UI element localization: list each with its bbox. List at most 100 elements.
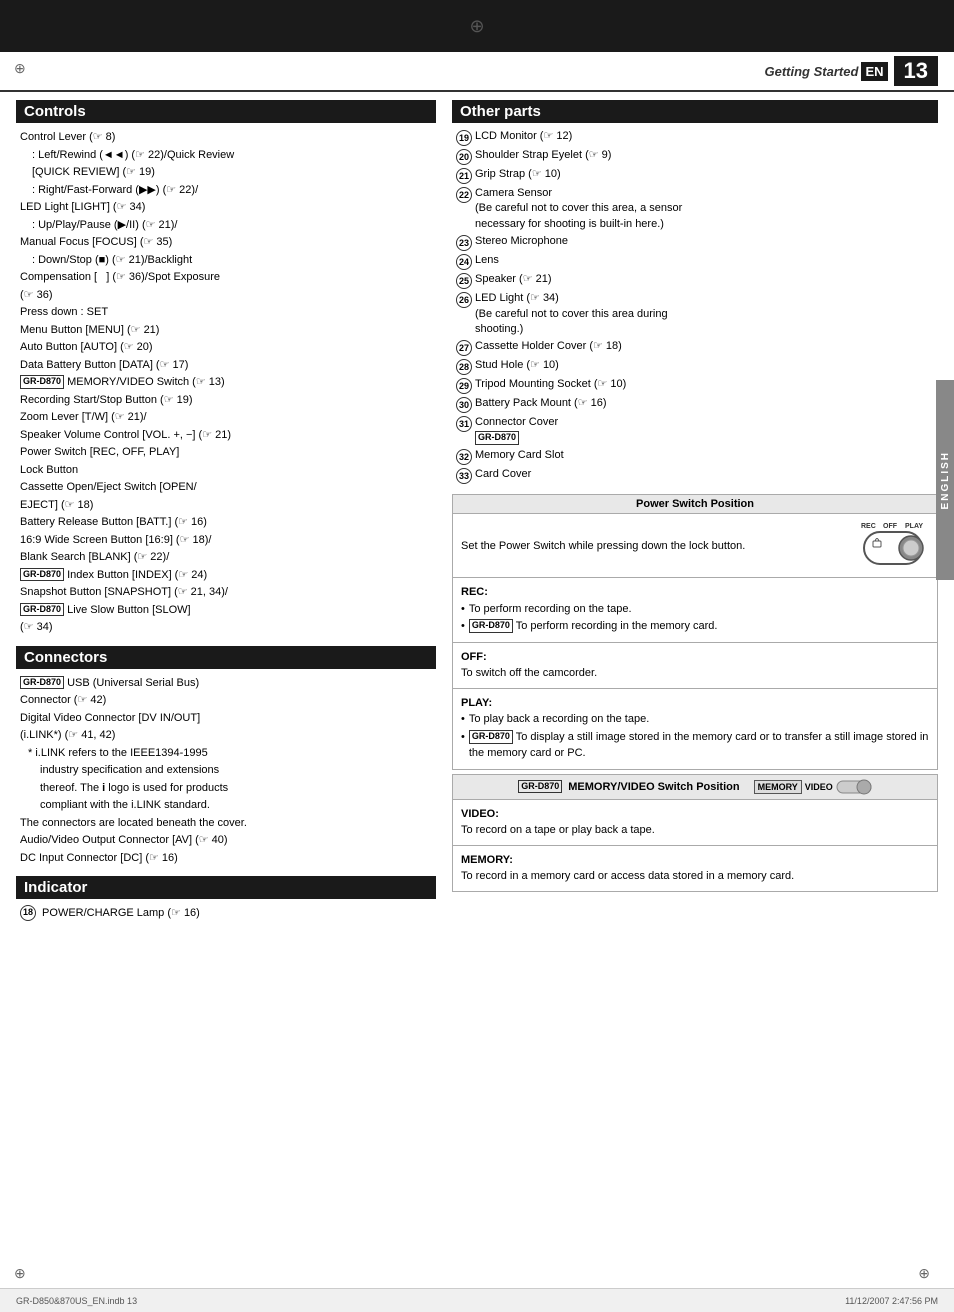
other-item-29: 29 Tripod Mounting Socket (☞ 10) bbox=[456, 377, 934, 394]
memory-text: To record in a memory card or access dat… bbox=[461, 868, 929, 885]
ctrl-item-20b: Blank Search [BLANK] (☞ 22)/ bbox=[20, 549, 432, 566]
conn-note-2: industry specification and extensions bbox=[20, 762, 432, 779]
other-item-23: 23 Stereo Microphone bbox=[456, 234, 934, 251]
rec-section: REC: • To perform recording on the tape.… bbox=[453, 577, 937, 642]
video-section: VIDEO: To record on a tape or play back … bbox=[453, 800, 937, 845]
power-switch-svg: REC OFF PLAY bbox=[859, 518, 929, 573]
num-28: 28 bbox=[456, 359, 472, 375]
mv-switch-header: GR-D870 MEMORY/VIDEO Switch Position MEM… bbox=[453, 775, 937, 800]
conn-item-3: The connectors are located beneath the c… bbox=[20, 815, 432, 832]
connectors-content: GR-D870 USB (Universal Serial Bus) Conne… bbox=[16, 675, 436, 867]
ctrl-item-2: : Left/Rewind (◄◄) (☞ 22)/Quick Review bbox=[20, 147, 432, 164]
ctrl-item-7: : Down/Stop (■) (☞ 21)/Backlight bbox=[20, 252, 432, 269]
conn-note-4: compliant with the i.LINK standard. bbox=[20, 797, 432, 814]
memory-label-text: MEMORY: bbox=[461, 852, 929, 869]
ctrl-item-1: Control Lever (☞ 8) bbox=[20, 129, 432, 146]
right-column: Other parts 19 LCD Monitor (☞ 12) 20 Sho… bbox=[452, 100, 938, 923]
play-section: PLAY: • To play back a recording on the … bbox=[453, 688, 937, 769]
power-switch-diagram: Set the Power Switch while pressing down… bbox=[453, 514, 937, 577]
bottom-date: 11/12/2007 2:47:56 PM bbox=[845, 1296, 938, 1306]
grd870-badge-8: GR-D870 bbox=[518, 780, 562, 794]
other-parts-header: Other parts bbox=[452, 100, 938, 123]
mv-switch-box: GR-D870 MEMORY/VIDEO Switch Position MEM… bbox=[452, 774, 938, 892]
num-circle-18: 18 bbox=[20, 905, 36, 921]
off-section: OFF: To switch off the camcorder. bbox=[453, 642, 937, 688]
video-label-small: VIDEO bbox=[805, 782, 833, 792]
power-switch-box: Power Switch Position Set the Power Swit… bbox=[452, 494, 938, 770]
toggle-svg bbox=[836, 778, 872, 796]
ind-item-1: 18 POWER/CHARGE Lamp (☞ 16) bbox=[20, 905, 432, 922]
ctrl-item-13: Recording Start/Stop Button (☞ 19) bbox=[20, 392, 432, 409]
power-switch-description: Set the Power Switch while pressing down… bbox=[461, 540, 851, 552]
ctrl-item-12: GR-D870 MEMORY/VIDEO Switch (☞ 13) bbox=[20, 374, 432, 391]
power-switch-header: Power Switch Position bbox=[453, 495, 937, 514]
left-column: Controls Control Lever (☞ 8) : Left/Rewi… bbox=[16, 100, 436, 923]
conn-item-1: GR-D870 USB (Universal Serial Bus) bbox=[20, 675, 432, 692]
grd870-badge-3: GR-D870 bbox=[20, 603, 64, 617]
grd870-badge-2: GR-D870 bbox=[20, 568, 64, 582]
num-31: 31 bbox=[456, 416, 472, 432]
conn-item-1b: Connector (☞ 42) bbox=[20, 692, 432, 709]
other-item-31: 31 Connector CoverGR-D870 bbox=[456, 415, 934, 446]
num-29: 29 bbox=[456, 378, 472, 394]
num-30: 30 bbox=[456, 397, 472, 413]
ctrl-item-15: Speaker Volume Control [VOL. +, −] (☞ 21… bbox=[20, 427, 432, 444]
num-32: 32 bbox=[456, 449, 472, 465]
other-item-24: 24 Lens bbox=[456, 253, 934, 270]
ctrl-item-21: GR-D870 Index Button [INDEX] (☞ 24) bbox=[20, 567, 432, 584]
other-parts-content: 19 LCD Monitor (☞ 12) 20 Shoulder Strap … bbox=[452, 129, 938, 484]
svg-text:REC: REC bbox=[861, 523, 876, 530]
ctrl-item-18b: EJECT] (☞ 18) bbox=[20, 497, 432, 514]
page: ⊕ Getting Started EN 13 Controls Control… bbox=[0, 0, 954, 1312]
svg-text:PLAY: PLAY bbox=[905, 523, 923, 530]
other-item-22: 22 Camera Sensor(Be careful not to cover… bbox=[456, 186, 934, 232]
indicator-header: Indicator bbox=[16, 876, 436, 899]
other-item-27: 27 Cassette Holder Cover (☞ 18) bbox=[456, 339, 934, 356]
bottom-bar: GR-D850&870US_EN.indb 13 11/12/2007 2:47… bbox=[0, 1288, 954, 1312]
section-title: Getting Started bbox=[764, 64, 858, 79]
grd870-badge-5: GR-D870 bbox=[475, 431, 519, 445]
ctrl-item-3: : Right/Fast-Forward (▶▶) (☞ 22)/ bbox=[20, 182, 432, 199]
corner-mark-bl: ⊕ bbox=[14, 1265, 26, 1282]
ctrl-item-9: Menu Button [MENU] (☞ 21) bbox=[20, 322, 432, 339]
num-26: 26 bbox=[456, 292, 472, 308]
num-24: 24 bbox=[456, 254, 472, 270]
ctrl-item-6: Manual Focus [FOCUS] (☞ 35) bbox=[20, 234, 432, 251]
video-text: To record on a tape or play back a tape. bbox=[461, 822, 929, 839]
grd870-badge-7: GR-D870 bbox=[469, 730, 513, 744]
ctrl-item-2b: [QUICK REVIEW] (☞ 19) bbox=[20, 164, 432, 181]
other-item-30: 30 Battery Pack Mount (☞ 16) bbox=[456, 396, 934, 413]
off-label: OFF: bbox=[461, 649, 929, 666]
side-tab-label: ENGLISH bbox=[940, 451, 951, 509]
ctrl-item-23: GR-D870 Live Slow Button [SLOW] bbox=[20, 602, 432, 619]
en-label: EN bbox=[861, 62, 887, 81]
rec-bullet-1: • To perform recording on the tape. bbox=[461, 601, 929, 618]
num-33: 33 bbox=[456, 468, 472, 484]
num-20: 20 bbox=[456, 149, 472, 165]
conn-note-3: thereof. The i logo is used for products bbox=[20, 780, 432, 797]
indicator-content: 18 POWER/CHARGE Lamp (☞ 16) bbox=[16, 905, 436, 922]
num-25: 25 bbox=[456, 273, 472, 289]
controls-content: Control Lever (☞ 8) : Left/Rewind (◄◄) (… bbox=[16, 129, 436, 636]
ctrl-item-19: Battery Release Button [BATT.] (☞ 16) bbox=[20, 514, 432, 531]
connectors-header: Connectors bbox=[16, 646, 436, 669]
ctrl-item-4: LED Light [LIGHT] (☞ 34) bbox=[20, 199, 432, 216]
play-label: PLAY: bbox=[461, 695, 929, 712]
grd870-badge-6: GR-D870 bbox=[469, 619, 513, 633]
page-header: Getting Started EN 13 bbox=[0, 52, 954, 92]
main-content: Controls Control Lever (☞ 8) : Left/Rewi… bbox=[0, 92, 954, 931]
num-19: 19 bbox=[456, 130, 472, 146]
other-item-26: 26 LED Light (☞ 34)(Be careful not to co… bbox=[456, 291, 934, 337]
conn-note: * i.LINK refers to the IEEE1394-1995 bbox=[20, 745, 432, 762]
other-item-25: 25 Speaker (☞ 21) bbox=[456, 272, 934, 289]
ctrl-item-8: Press down : SET bbox=[20, 304, 432, 321]
rec-label: REC: bbox=[461, 584, 929, 601]
power-switch-visual: REC OFF PLAY bbox=[859, 518, 929, 573]
ctrl-item-7b: Compensation [ ] (☞ 36)/Spot Exposure bbox=[20, 269, 432, 286]
play-bullet-2: • GR-D870 To display a still image store… bbox=[461, 729, 929, 762]
memory-section: MEMORY: To record in a memory card or ac… bbox=[453, 845, 937, 891]
ctrl-item-16: Power Switch [REC, OFF, PLAY] bbox=[20, 444, 432, 461]
ctrl-item-22: Snapshot Button [SNAPSHOT] (☞ 21, 34)/ bbox=[20, 584, 432, 601]
ctrl-item-23b: (☞ 34) bbox=[20, 619, 432, 636]
corner-mark-br: ⊕ bbox=[918, 1265, 930, 1282]
